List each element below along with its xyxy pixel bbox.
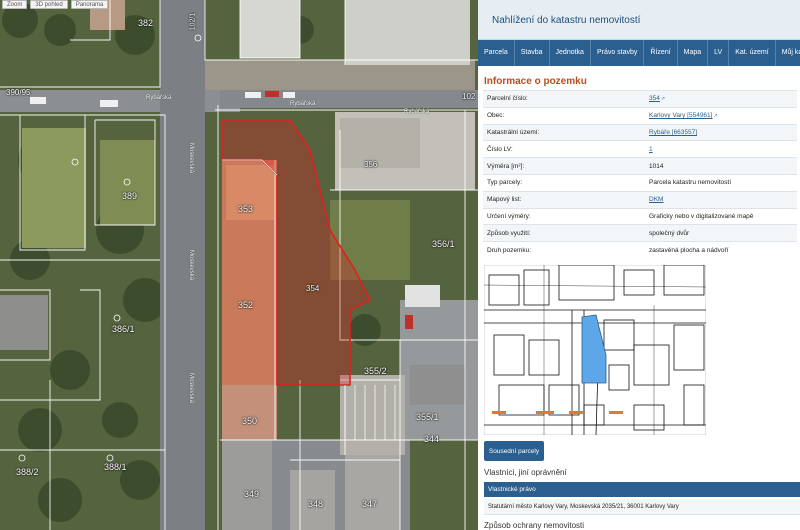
external-link-icon[interactable]: ↗ (661, 96, 665, 102)
parcel-label-349: 349 (244, 489, 260, 499)
info-row-key: Katastrální území: (483, 123, 645, 141)
parcel-label-353: 353 (238, 204, 254, 214)
info-row-key: Určení výměry: (483, 207, 645, 225)
info-row: Typ parcely: Parcela katastru nemovitostí (483, 173, 797, 192)
info-row-link[interactable]: 354 (649, 95, 660, 102)
parcel-label-388-1: 388/1 (104, 462, 127, 472)
parcel-label-352: 352 (238, 300, 254, 310)
info-row-value-cell: 1014 (645, 157, 797, 175)
parcel-label-354: 354 (306, 284, 320, 293)
info-row-key: Druh pozemku: (483, 241, 645, 259)
parcel-label-355-1: 355/1 (416, 412, 439, 422)
info-row-value: společný dvůr (649, 229, 690, 237)
tab-stavba[interactable]: Stavba (515, 40, 550, 66)
info-row: Parcelní číslo: 354↗ (483, 90, 797, 108)
info-row-link[interactable]: 1 (649, 146, 653, 153)
external-link-icon[interactable]: ↗ (713, 113, 717, 119)
zoom-button[interactable]: Zoom (2, 0, 28, 9)
info-row-value-cell: společný dvůr (645, 224, 797, 242)
map-toolbar: Zoom 3D pohled Panorama (2, 0, 109, 9)
info-row-key: Číslo LV: (483, 140, 645, 158)
tab-pravo-stavby[interactable]: Právo stavby (591, 40, 645, 66)
ownership-header: Vlastnické právo (484, 482, 800, 497)
parcel-label-350: 350 (242, 416, 258, 426)
parcel-label-382: 382 (138, 18, 154, 28)
info-row-key: Obec: (483, 106, 645, 125)
tab-mapa[interactable]: Mapa (678, 40, 709, 66)
parcel-label-390-95: 390/95 (6, 88, 31, 97)
info-row-value: Parcela katastru nemovitostí (649, 179, 732, 187)
tab-rizeni[interactable]: Řízení (644, 40, 678, 66)
info-row: Číslo LV: 1 (483, 140, 797, 158)
parcel-label-344: 344 (424, 434, 440, 444)
parcel-label-356-1: 356/1 (432, 239, 455, 249)
info-row-value-cell: 354↗ (645, 90, 797, 108)
tab-lv[interactable]: LV (708, 40, 730, 66)
info-row-value-cell: Karlovy Vary [554961]↗ (645, 106, 797, 125)
info-row: Obec: Karlovy Vary [554961]↗ (483, 106, 797, 125)
parcel-info-table: Parcelní číslo: 354↗ Obec: Karlovy Vary [55… (483, 90, 797, 259)
parcel-label-102-1: 102/1 (189, 12, 197, 31)
info-row-value: zastavěná plocha a nádvoří (649, 246, 729, 254)
street-label-moskevska-1: Moskevská (188, 142, 195, 174)
parcel-label-348: 348 (308, 499, 324, 509)
info-row: Určení výměry: Graficky nebo v digitalizo… (483, 207, 797, 225)
orthophoto-map[interactable]: 382 102/1 390/95 389 353 352 354 356/1 3… (0, 0, 478, 530)
panel-header: Nahlížení do katastru nemovitostí (478, 0, 800, 40)
info-row: Katastrální území: Rybáře [663557] (483, 123, 797, 141)
info-row-link[interactable]: Rybáře [663557] (649, 129, 697, 136)
street-label-rybarska-3: Rybářská (404, 109, 430, 115)
owner-row: Statutární město Karlovy Vary, Moskevská… (484, 499, 800, 515)
panorama-button[interactable]: Panorama (70, 0, 109, 9)
parcel-label-386-1: 386/1 (112, 324, 135, 334)
info-row: Druh pozemku: zastavěná plocha a nádvoří (483, 241, 797, 259)
parcel-label-355-2: 355/2 (364, 366, 387, 376)
info-row-key: Mapový list: (483, 190, 645, 209)
neighbor-parcels-button[interactable]: Sousední parcely (484, 441, 544, 461)
info-row-value: Graficky nebo v digitalizované mapě (649, 212, 754, 220)
info-row-link[interactable]: Karlovy Vary [554961] (649, 112, 712, 119)
info-row-value-cell: Graficky nebo v digitalizované mapě (645, 207, 797, 225)
info-row-value-cell: DKM (645, 190, 797, 209)
parcel-label-347: 347 (362, 499, 378, 509)
street-label-rybarska-1: Rybářská (146, 95, 172, 101)
info-row-key: Typ parcely: (483, 173, 645, 192)
parcel-label-102: 102 (462, 92, 476, 101)
map-canvas[interactable] (0, 0, 478, 530)
3d-view-button[interactable]: 3D pohled (30, 0, 68, 9)
info-row-link[interactable]: DKM (649, 196, 663, 203)
info-row: Způsob využití: společný dvůr (483, 224, 797, 242)
tab-parcela[interactable]: Parcela (478, 40, 515, 66)
street-label-moskevska-3: Moskevská (188, 372, 195, 404)
info-row: Výměra [m²]: 1014 (483, 157, 797, 175)
page-title: Nahlížení do katastru nemovitostí (492, 15, 641, 26)
tab-muj-katastr[interactable]: Můj ka (776, 40, 800, 66)
street-label-moskevska-2: Moskevská (188, 249, 195, 281)
tab-bar: Parcela Stavba Jednotka Právo stavby Říz… (478, 40, 800, 66)
tab-kat-uzemi[interactable]: Kat. území (729, 40, 776, 66)
info-row-value-cell: Rybáře [663557] (645, 123, 797, 141)
street-label-rybarska-2: Rybářská (290, 101, 316, 107)
parcel-label-388-2: 388/2 (16, 467, 39, 477)
info-row-value: 1014 (649, 162, 664, 170)
info-row-value-cell: Parcela katastru nemovitostí (645, 173, 797, 192)
parcel-thumbnail-map[interactable] (484, 265, 706, 435)
info-row: Mapový list: DKM (483, 190, 797, 209)
info-row-key: Výměra [m²]: (483, 157, 645, 175)
parcel-label-356: 356 (364, 160, 378, 169)
info-row-value-cell: 1 (645, 140, 797, 158)
info-row-key: Parcelní číslo: (483, 90, 645, 108)
section-title: Informace o pozemku (484, 76, 587, 87)
info-row-key: Způsob využití: (483, 224, 645, 242)
protection-section-title: Způsob ochrany nemovitosti (484, 521, 585, 530)
parcel-label-389: 389 (122, 191, 138, 201)
owners-section-title: Vlastníci, jiní oprávnění (484, 468, 567, 477)
info-row-value-cell: zastavěná plocha a nádvoří (645, 241, 797, 259)
tab-jednotka[interactable]: Jednotka (550, 40, 591, 66)
